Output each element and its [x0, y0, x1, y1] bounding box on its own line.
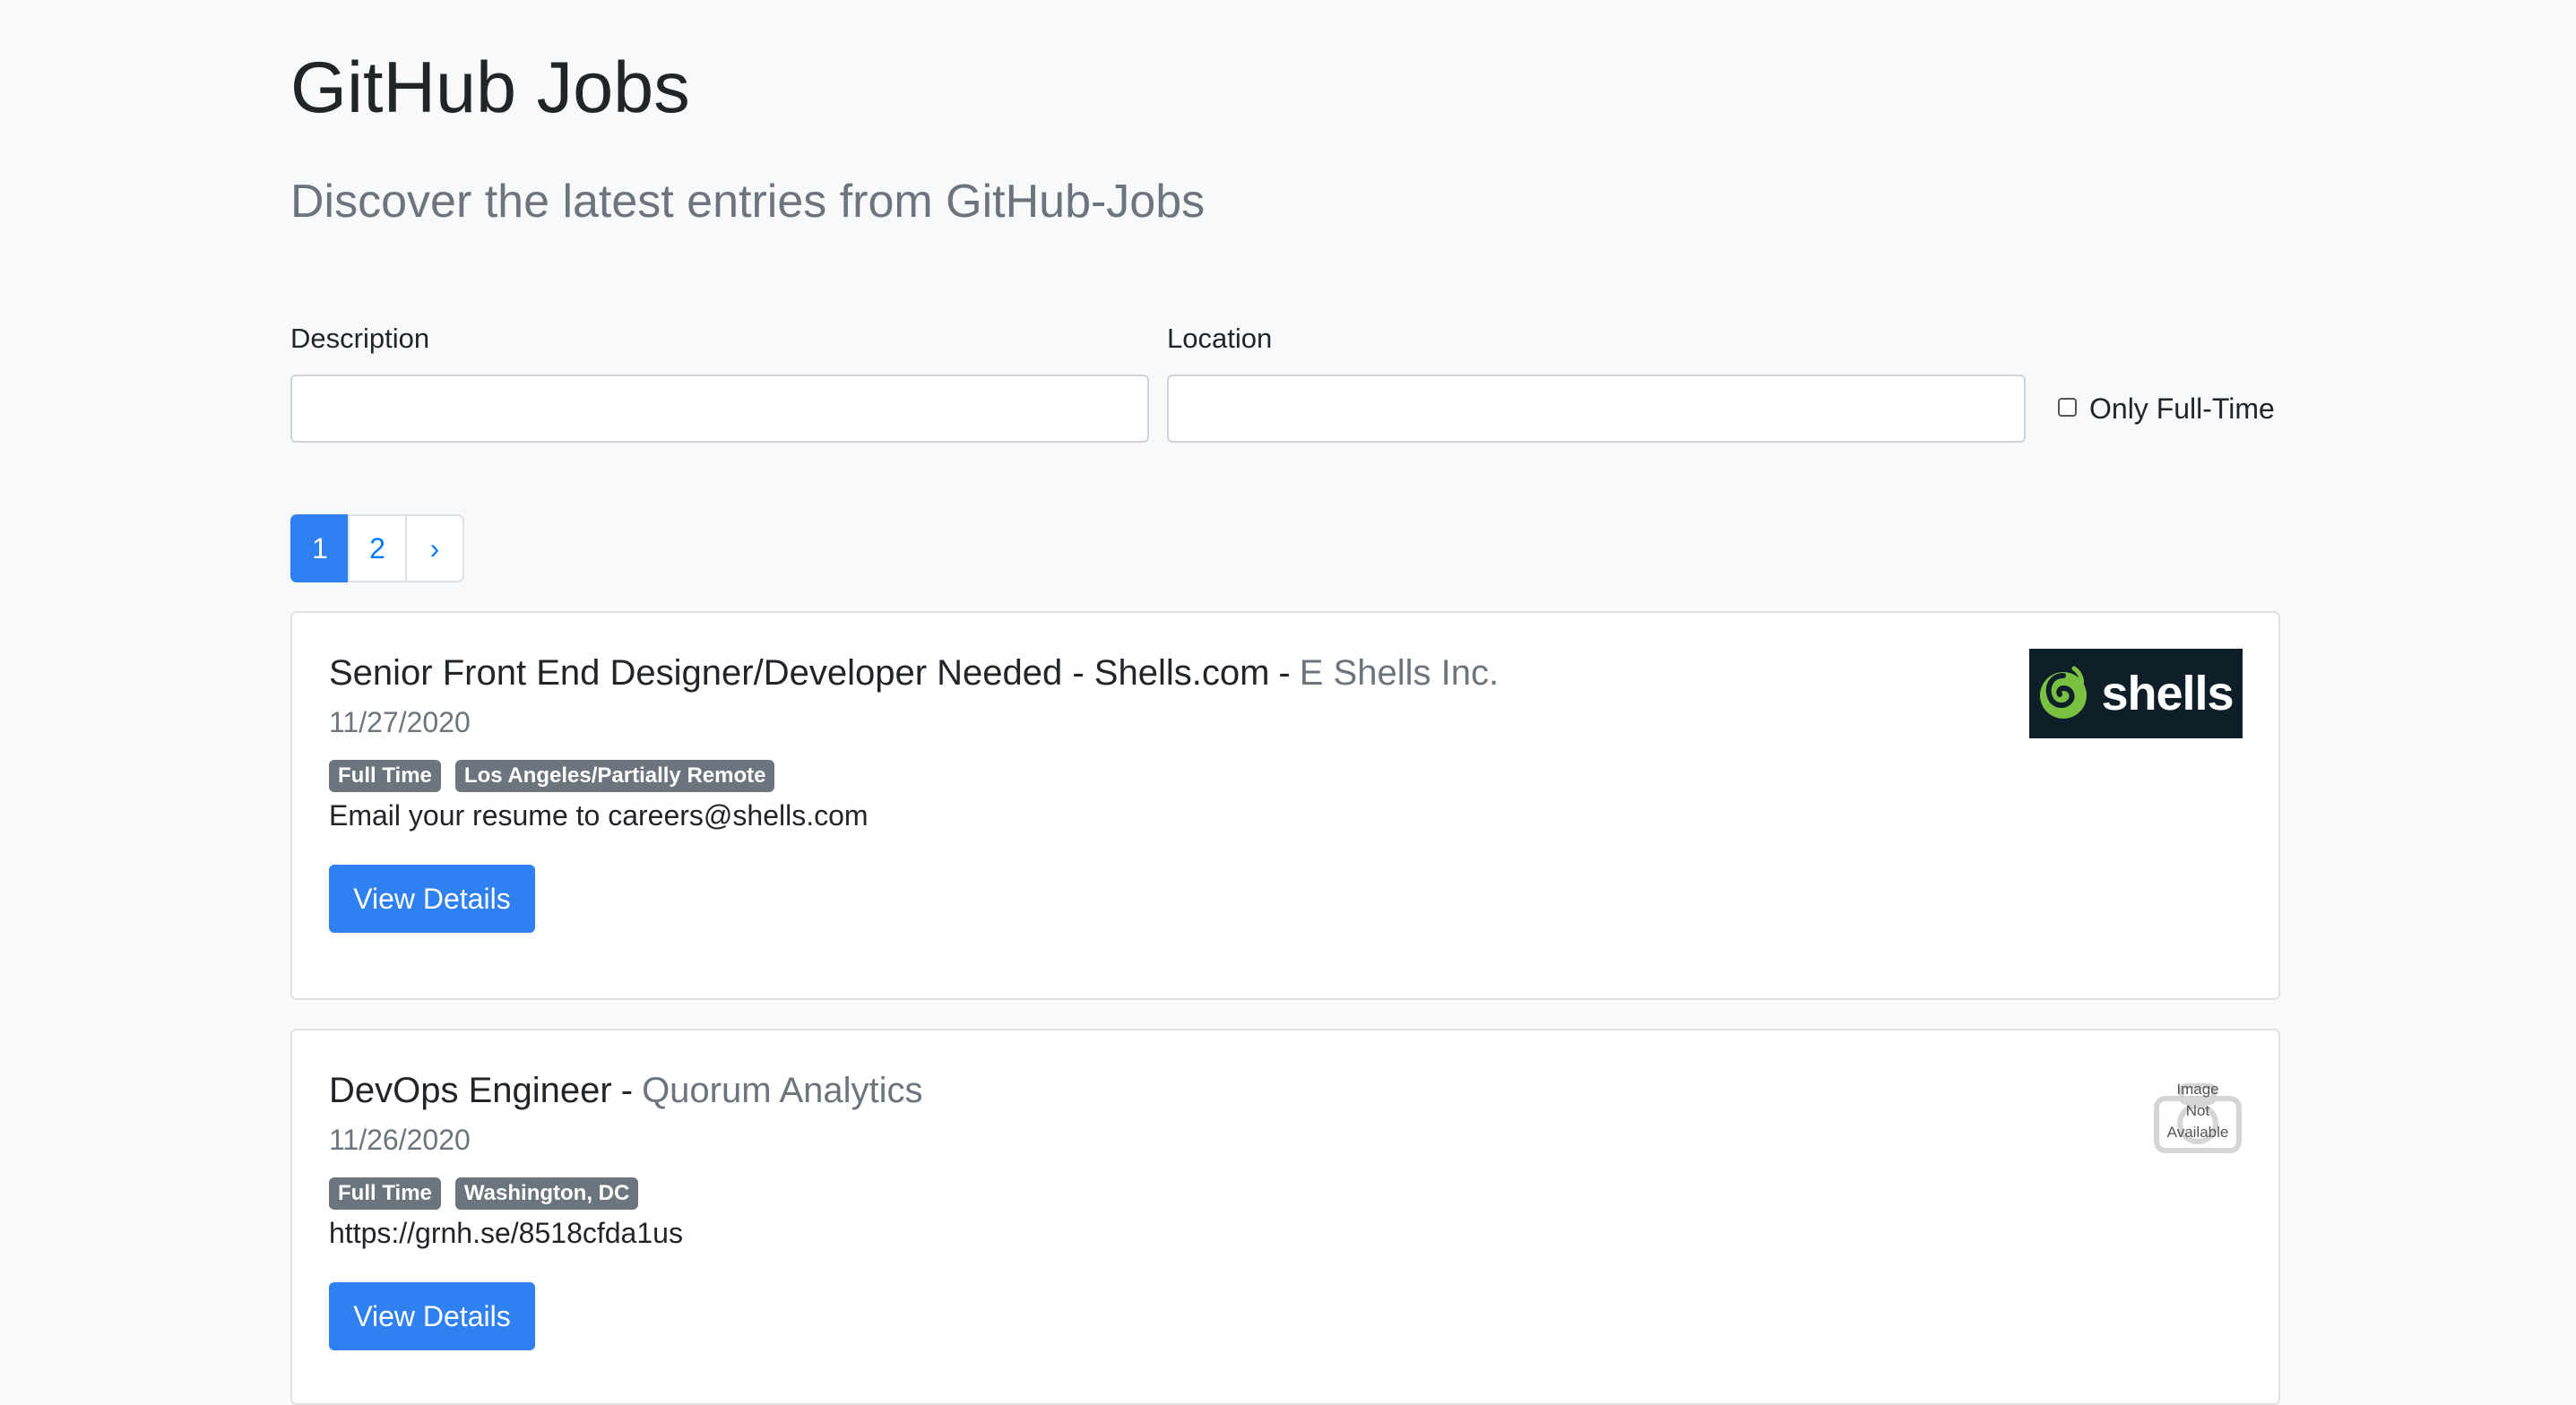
only-fulltime-label[interactable]: Only Full-Time — [2089, 392, 2275, 426]
job-how-to-apply: Email your resume to careers@shells.com — [329, 799, 869, 832]
page-1-button[interactable]: 1 — [290, 514, 350, 582]
next-page-button[interactable]: › — [405, 514, 464, 582]
image-not-available-text: Image Not Available — [2153, 1079, 2243, 1143]
view-details-button[interactable]: View Details — [329, 1282, 535, 1350]
job-company: E Shells Inc. — [1299, 653, 1500, 693]
only-fulltime-checkbox[interactable] — [2058, 397, 2077, 417]
job-badges: Full Time Washington, DC — [329, 1177, 653, 1210]
job-badges: Full Time Los Angeles/Partially Remote — [329, 760, 789, 792]
description-label: Description — [290, 323, 430, 354]
job-type-badge: Full Time — [329, 1177, 441, 1210]
description-input[interactable] — [290, 375, 1149, 443]
placeholder-line: Not — [2185, 1102, 2210, 1119]
view-details-button[interactable]: View Details — [329, 865, 535, 933]
job-title-line: Senior Front End Designer/Developer Need… — [329, 649, 1499, 697]
page-subtitle: Discover the latest entries from GitHub-… — [290, 176, 1206, 228]
job-title-separator: - — [1278, 653, 1291, 693]
placeholder-line: Available — [2166, 1124, 2229, 1141]
job-title-separator: - — [620, 1071, 634, 1110]
location-input[interactable] — [1167, 375, 2026, 443]
job-title-line: DevOps Engineer - Quorum Analytics — [329, 1066, 923, 1115]
job-card: DevOps Engineer - Quorum Analytics 11/26/2… — [290, 1029, 2280, 1405]
job-type-badge: Full Time — [329, 760, 441, 792]
job-location-badge: Washington, DC — [454, 1177, 639, 1210]
job-date: 11/26/2020 — [329, 1124, 471, 1156]
logo-text: shells — [2101, 667, 2234, 720]
job-title: Senior Front End Designer/Developer Need… — [329, 653, 1270, 693]
job-title: DevOps Engineer — [329, 1071, 612, 1110]
company-logo-placeholder: Image Not Available — [2153, 1066, 2243, 1156]
location-label: Location — [1167, 323, 1273, 354]
shells-swirl-logo-icon — [2040, 666, 2088, 719]
job-how-to-apply: https://grnh.se/8518cfda1us — [329, 1217, 683, 1249]
placeholder-line: Image — [2176, 1081, 2219, 1098]
page-title: GitHub Jobs — [290, 47, 690, 128]
job-company: Quorum Analytics — [642, 1071, 923, 1110]
job-date: 11/27/2020 — [329, 706, 471, 738]
job-card: Senior Front End Designer/Developer Need… — [290, 611, 2280, 1000]
page-2-button[interactable]: 2 — [348, 514, 407, 582]
only-fulltime-toggle[interactable]: Only Full-Time — [2058, 386, 2275, 431]
pagination: 1 2 › — [290, 514, 464, 582]
job-location-badge: Los Angeles/Partially Remote — [454, 760, 775, 792]
company-logo: shells — [2029, 649, 2243, 738]
